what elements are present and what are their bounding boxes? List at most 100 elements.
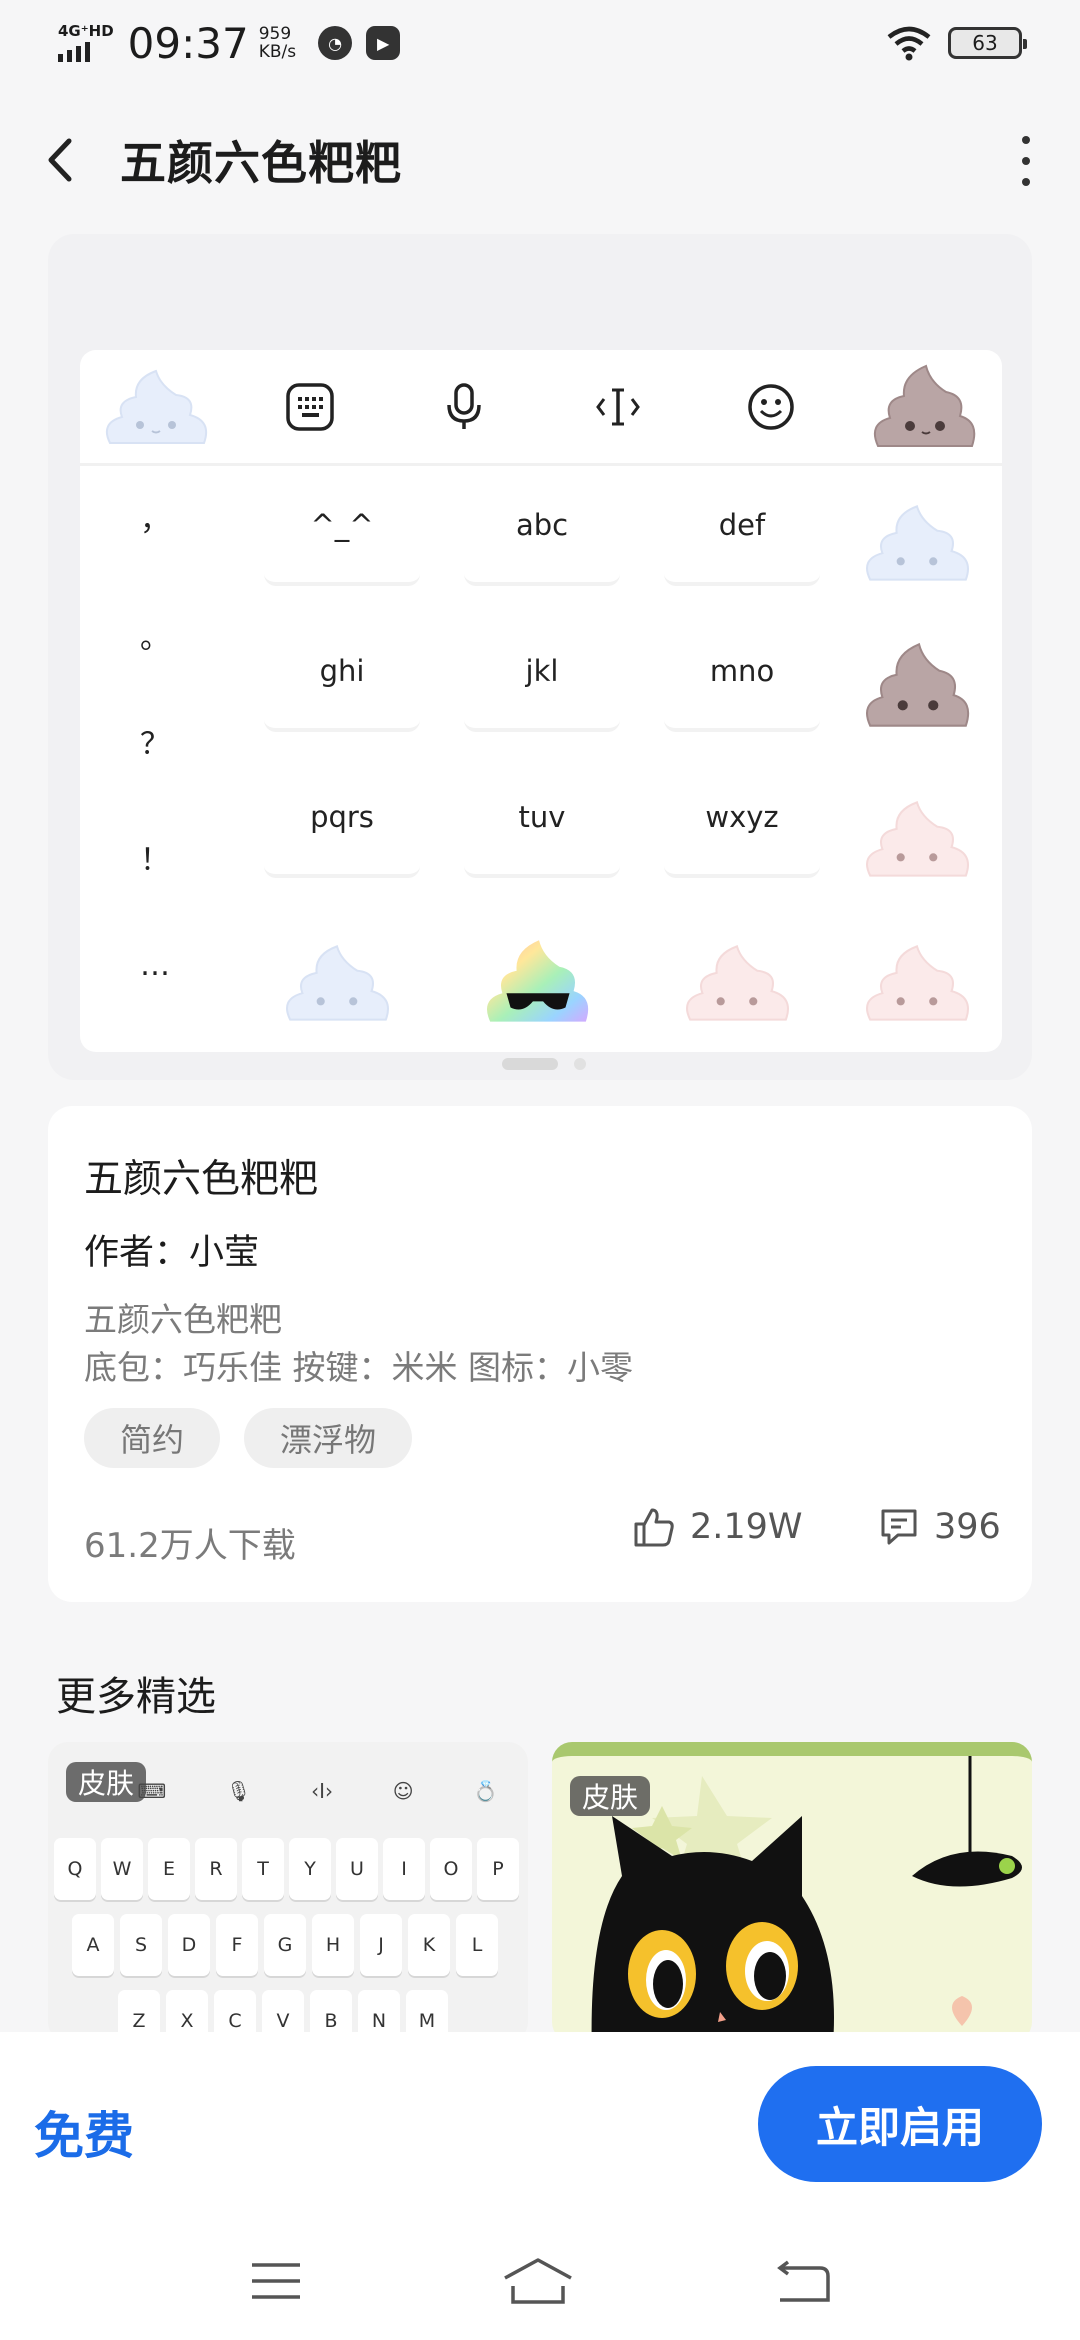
mini-key-l: L bbox=[456, 1914, 498, 1976]
microphone-icon bbox=[404, 357, 524, 457]
credits-text: 底包：巧乐佳 按键：米米 图标：小零 bbox=[84, 1348, 633, 1387]
symbol-key: 。 bbox=[140, 621, 170, 656]
poop-pink-icon bbox=[866, 801, 970, 877]
t9-key: jkl bbox=[464, 614, 620, 732]
skin-info-card: 五颜六色粑粑 作者： 小莹 五颜六色粑粑 底包：巧乐佳 按键：米米 图标：小零 … bbox=[48, 1106, 1032, 1602]
speed-value: 959 bbox=[258, 24, 292, 44]
price-label: 免费 bbox=[34, 2107, 134, 2165]
back-nav-icon[interactable] bbox=[772, 2258, 832, 2304]
mini-key-q: Q bbox=[54, 1838, 96, 1900]
t9-key: pqrs bbox=[264, 760, 420, 878]
keyboard-preview-card[interactable]: ， 。 ？ ！ … ^_^ abc def ghi jkl mno pqrs t… bbox=[48, 234, 1032, 1080]
network-type: 4G⁺HD bbox=[58, 22, 114, 40]
mini-key-g: G bbox=[264, 1914, 306, 1976]
mini-key-j: J bbox=[360, 1914, 402, 1976]
poop-pink-icon bbox=[686, 945, 790, 1021]
like-count: 2.19W bbox=[690, 1507, 803, 1547]
emoji-icon: ☺ bbox=[392, 1779, 414, 1803]
mini-key-e: E bbox=[148, 1838, 190, 1900]
tag-list: 简约 漂浮物 bbox=[84, 1408, 413, 1468]
symbol-key: … bbox=[140, 947, 170, 983]
author-name[interactable]: 小莹 bbox=[189, 1224, 259, 1275]
speed-unit: KB/s bbox=[258, 42, 297, 62]
poop-pink-icon bbox=[866, 945, 970, 1021]
cursor-move-icon bbox=[558, 357, 678, 457]
tag-chip[interactable]: 漂浮物 bbox=[244, 1408, 413, 1468]
clock: 09:37 bbox=[127, 18, 249, 68]
poop-brown-icon bbox=[866, 642, 970, 727]
symbol-key: ， bbox=[140, 503, 170, 538]
mini-key-y: Y bbox=[289, 1838, 331, 1900]
poop-blue-icon bbox=[286, 945, 390, 1021]
poop-blue-icon bbox=[866, 505, 970, 581]
wifi-icon bbox=[887, 26, 931, 61]
speedometer-icon: ◔ bbox=[318, 26, 353, 60]
thumbs-up-icon bbox=[634, 1508, 674, 1547]
play-icon: ▶ bbox=[366, 26, 401, 60]
back-button[interactable] bbox=[0, 100, 120, 220]
microphone-icon: 🎙 bbox=[226, 1779, 252, 1803]
mini-key-d: D bbox=[168, 1914, 210, 1976]
t9-key: ghi bbox=[264, 614, 420, 732]
keyboard-icon bbox=[250, 357, 370, 457]
recommended-skin-card[interactable]: 皮肤 ⌨ 🎙 ‹I› ☺ 💍 QWERTYUIOPASDFGHJKLZXCVBNM bbox=[48, 1742, 528, 2042]
t9-key: tuv bbox=[464, 760, 620, 878]
keyboard-toolbar bbox=[80, 350, 1002, 466]
mini-key-r: R bbox=[195, 1838, 237, 1900]
page-title: 五颜六色粑粑 bbox=[120, 136, 402, 190]
comment-icon bbox=[881, 1509, 917, 1545]
system-navigation-bar bbox=[0, 2222, 1080, 2340]
keyboard-preview: ， 。 ？ ！ … ^_^ abc def ghi jkl mno pqrs t… bbox=[80, 350, 1002, 1052]
skin-badge: 皮肤 bbox=[66, 1762, 147, 1802]
signal-indicator: 4G⁺HD bbox=[58, 24, 114, 62]
skin-name: 五颜六色粑粑 bbox=[84, 1157, 319, 1202]
apply-button[interactable]: 立即启用 bbox=[758, 2066, 1042, 2182]
emoji-icon bbox=[711, 357, 831, 457]
status-bar: 4G⁺HD 09:37 959 KB/s ◔ ▶ 63 bbox=[0, 0, 1080, 86]
symbol-key: ！ bbox=[140, 843, 170, 878]
like-button[interactable]: 2.19W bbox=[632, 1506, 803, 1548]
mini-key-h: H bbox=[312, 1914, 354, 1976]
recommended-skin-card[interactable]: 皮肤 bbox=[552, 1742, 1032, 2042]
mini-key-u: U bbox=[336, 1838, 378, 1900]
mini-key-p: P bbox=[477, 1838, 519, 1900]
t9-key: ^_^ bbox=[264, 468, 420, 586]
menu-icon[interactable] bbox=[248, 2259, 304, 2303]
network-speed: 959 KB/s bbox=[259, 25, 296, 61]
mini-key-a: A bbox=[72, 1914, 114, 1976]
bottom-action-bar: 免费 立即启用 bbox=[0, 2032, 1080, 2222]
mini-key-s: S bbox=[120, 1914, 162, 1976]
mini-key-i: I bbox=[383, 1838, 425, 1900]
mini-key-k: K bbox=[408, 1914, 450, 1976]
more-options-button[interactable] bbox=[1006, 136, 1046, 186]
home-icon[interactable] bbox=[501, 2256, 575, 2306]
description-text: 五颜六色粑粑 bbox=[84, 1300, 282, 1339]
rainbow-poop-sunglasses-icon bbox=[486, 940, 589, 1022]
t9-key: abc bbox=[464, 468, 620, 586]
ring-icon: 💍 bbox=[473, 1779, 499, 1803]
t9-key: mno bbox=[664, 614, 820, 732]
author-label: 作者： bbox=[84, 1233, 190, 1273]
mini-key-t: T bbox=[242, 1838, 284, 1900]
preview-pager bbox=[502, 1058, 586, 1070]
signal-bars-icon bbox=[58, 42, 90, 62]
app-bar: 五颜六色粑粑 bbox=[0, 100, 1080, 220]
poop-blue-icon bbox=[97, 357, 217, 457]
poop-brown-icon bbox=[865, 357, 985, 457]
t9-key: wxyz bbox=[664, 760, 820, 878]
more-section-title: 更多精选 bbox=[56, 1674, 216, 1720]
comment-count: 396 bbox=[934, 1507, 1001, 1547]
download-count: 61.2万人下载 bbox=[84, 1526, 296, 1566]
chevron-left-icon bbox=[48, 138, 72, 182]
comment-button[interactable]: 396 bbox=[878, 1506, 1001, 1548]
skin-description: 五颜六色粑粑 底包：巧乐佳 按键：米米 图标：小零 bbox=[84, 1296, 633, 1392]
author-row: 作者： 小莹 bbox=[84, 1224, 259, 1275]
skin-badge: 皮肤 bbox=[570, 1776, 651, 1816]
mini-key-w: W bbox=[101, 1838, 143, 1900]
tag-chip[interactable]: 简约 bbox=[84, 1408, 221, 1468]
battery-indicator: 63 bbox=[948, 27, 1027, 59]
mini-key-o: O bbox=[430, 1838, 472, 1900]
symbol-key: ？ bbox=[140, 727, 170, 762]
mini-key-f: F bbox=[216, 1914, 258, 1976]
t9-key: def bbox=[664, 468, 820, 586]
